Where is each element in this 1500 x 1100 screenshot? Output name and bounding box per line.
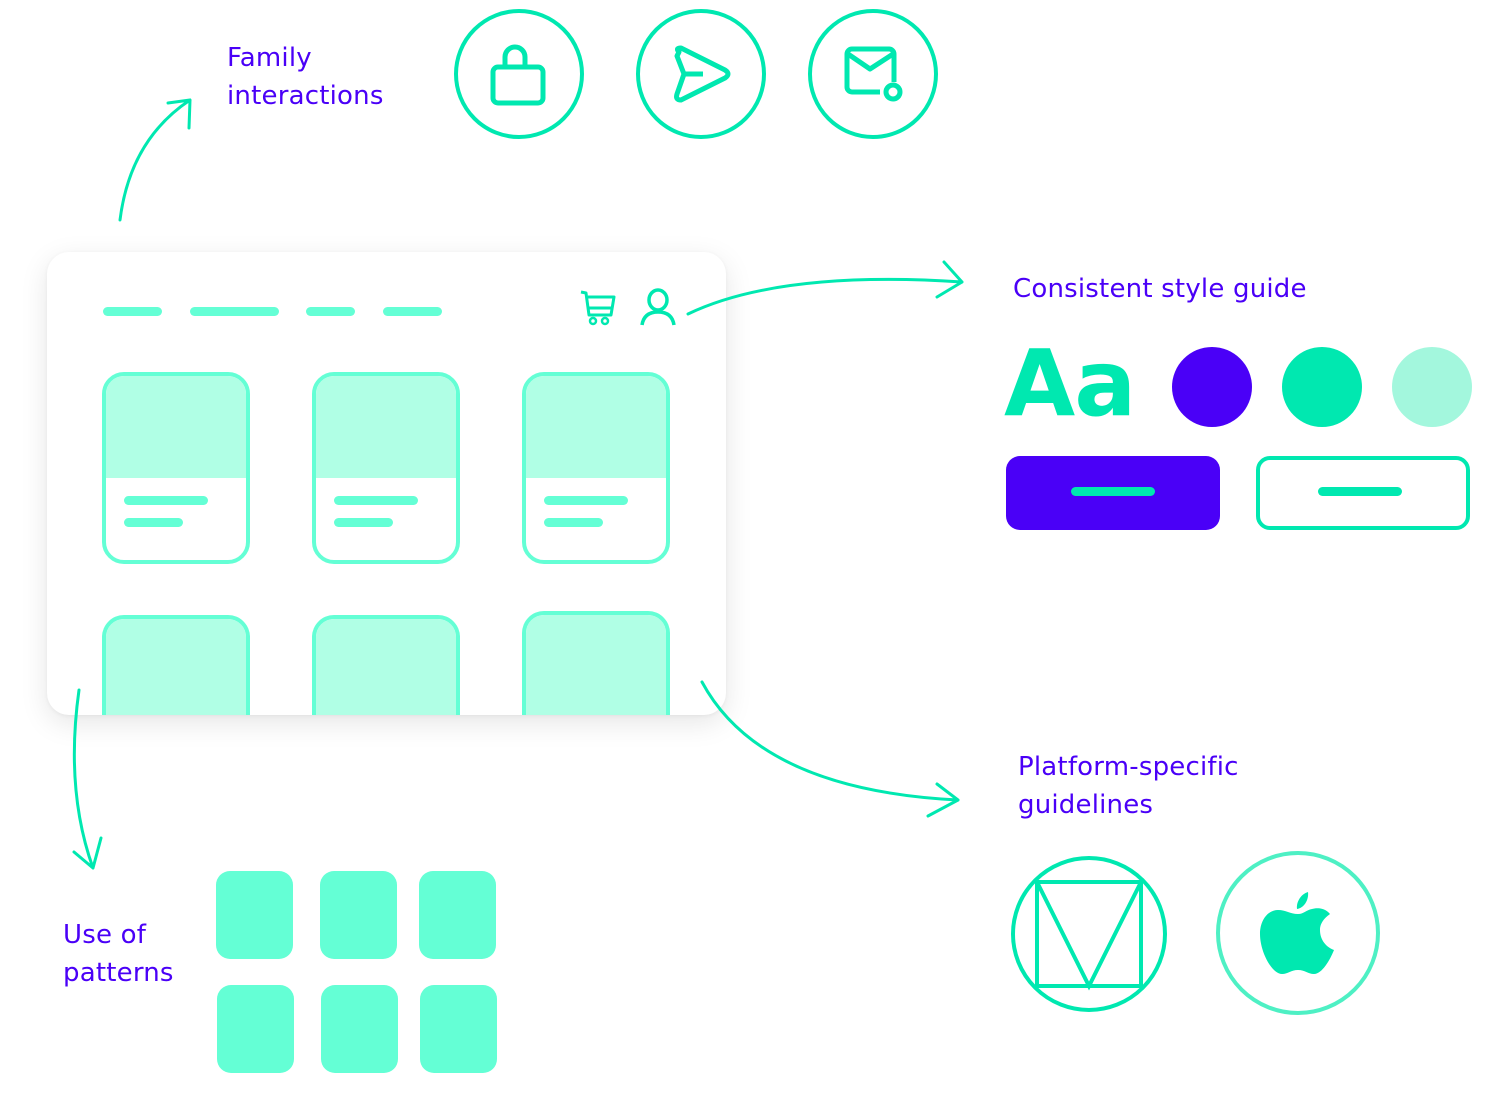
material-design-icon[interactable] — [1010, 855, 1168, 1013]
color-swatch-accent-light[interactable] — [1392, 347, 1472, 427]
button-label-bar — [1318, 487, 1402, 496]
color-swatch-primary[interactable] — [1172, 347, 1252, 427]
label-line: guidelines — [1018, 790, 1154, 820]
pattern-tile[interactable] — [420, 985, 497, 1073]
arrow-to-family-interactions — [118, 98, 192, 222]
label-line: Platform-specific — [1018, 752, 1239, 782]
label-line: Consistent style guide — [1013, 274, 1307, 304]
apple-icon-button[interactable] — [1216, 851, 1380, 1015]
apple-icon — [1260, 892, 1334, 974]
label-line: patterns — [63, 958, 174, 988]
label-line: Use of — [63, 920, 147, 950]
secondary-button-sample[interactable] — [1256, 456, 1470, 530]
style-guide-label: Consistent style guide — [1013, 270, 1307, 308]
pattern-tile[interactable] — [216, 871, 293, 959]
pattern-tile[interactable] — [419, 871, 496, 959]
typography-sample: Aa — [1004, 330, 1136, 437]
button-label-bar — [1071, 487, 1155, 496]
pattern-tile[interactable] — [217, 985, 294, 1073]
arrow-to-style-guide — [686, 260, 964, 316]
arrow-to-patterns — [72, 688, 103, 870]
pattern-tile[interactable] — [321, 985, 398, 1073]
patterns-label: Use of patterns — [63, 916, 174, 992]
color-swatch-accent[interactable] — [1282, 347, 1362, 427]
pattern-tile[interactable] — [320, 871, 397, 959]
arrow-to-platform-guidelines — [700, 680, 960, 818]
platform-guidelines-label: Platform-specific guidelines — [1018, 748, 1239, 824]
primary-button-sample[interactable] — [1006, 456, 1220, 530]
